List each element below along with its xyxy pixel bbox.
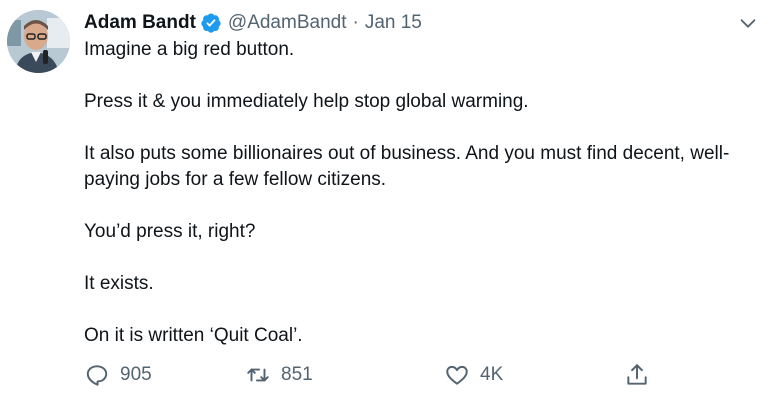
tweet-date[interactable]: Jan 15 <box>365 12 422 34</box>
tweet-text: Imagine a big red button. Press it & you… <box>84 37 754 349</box>
retweet-count: 851 <box>281 364 313 385</box>
tweet-actions: 905 851 4K <box>84 362 684 392</box>
reply-button[interactable]: 905 <box>84 362 152 388</box>
user-handle[interactable]: @AdamBandt <box>228 12 347 34</box>
tweet-paragraph: On it is written ‘Quit Coal’. <box>84 325 303 346</box>
tweet-paragraph: It exists. <box>84 273 154 294</box>
separator-dot: · <box>352 12 359 33</box>
avatar[interactable] <box>7 10 70 73</box>
share-icon <box>624 362 650 388</box>
tweet-paragraph: Imagine a big red button. <box>84 39 295 60</box>
reply-icon <box>84 362 110 388</box>
tweet-paragraph: Press it & you immediately help stop glo… <box>84 91 529 112</box>
like-count: 4K <box>480 364 504 385</box>
tweet-paragraph: It also puts some billionaires out of bu… <box>84 143 730 190</box>
like-button[interactable]: 4K <box>444 362 503 388</box>
display-name[interactable]: Adam Bandt <box>84 12 196 34</box>
heart-icon <box>444 362 470 388</box>
chevron-down-icon[interactable] <box>737 12 759 34</box>
retweet-button[interactable]: 851 <box>245 362 313 388</box>
verified-badge-icon <box>200 12 222 34</box>
reply-count: 905 <box>120 364 152 385</box>
tweet-header: Adam Bandt @AdamBandt · Jan 15 <box>84 10 422 36</box>
retweet-icon <box>245 362 271 388</box>
tweet[interactable]: Adam Bandt @AdamBandt · Jan 15 Imagine a… <box>0 0 774 402</box>
share-button[interactable] <box>624 362 650 388</box>
tweet-paragraph: You’d press it, right? <box>84 221 256 242</box>
